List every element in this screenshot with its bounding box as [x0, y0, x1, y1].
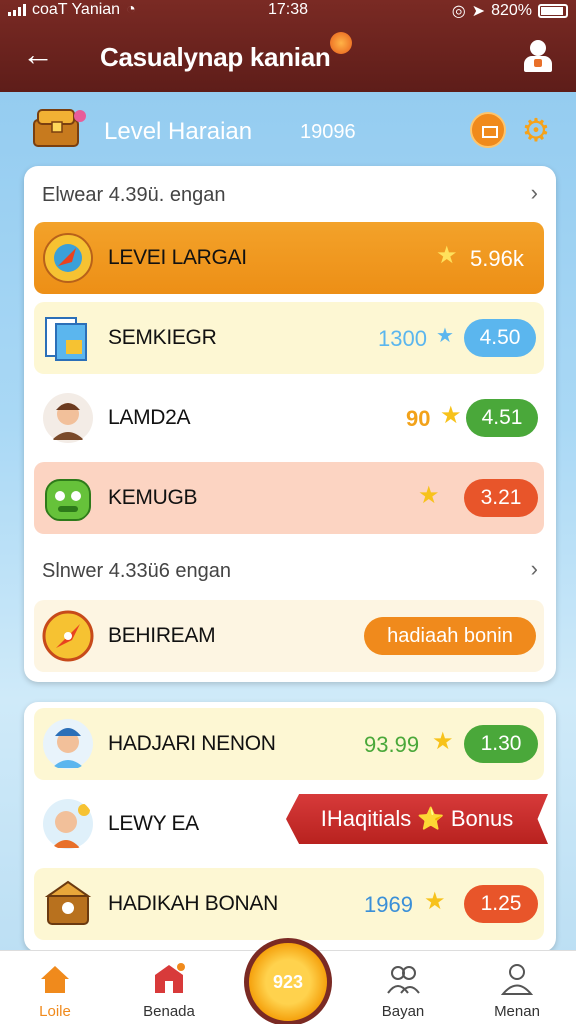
list-item-featured[interactable]: LEVEI LARGAI ★ 5.96k — [34, 222, 544, 294]
bonus-pill[interactable]: hadiaah bonin — [364, 617, 536, 655]
row-score: 1300 — [378, 326, 427, 351]
row-name: LEWY EA — [108, 812, 199, 835]
sparkle-icon — [330, 32, 352, 54]
back-button[interactable]: ← — [22, 36, 58, 72]
level-value: 19096 — [300, 121, 356, 143]
settings-gear-icon[interactable]: ⚙ — [518, 112, 554, 148]
value-pill[interactable]: 1.30 — [464, 725, 538, 763]
star-icon: ★ — [424, 888, 446, 915]
list-item[interactable]: LEWY EA IHaqitials ⭐ Bonus — [34, 788, 548, 860]
row-name: BEHIREAM — [108, 624, 216, 647]
alarm-icon: ◎ — [451, 3, 466, 20]
list-item[interactable]: HADIKAH BONAN 1969 ★ 1.25 — [34, 868, 544, 940]
page-title: Casualynap kanian — [100, 42, 331, 72]
row-name: SEMKIEGR — [108, 326, 217, 349]
avatar-icon — [43, 719, 93, 769]
location-icon: ➤ — [471, 3, 486, 20]
row-name: LAMD2A — [108, 406, 191, 429]
user-icon — [499, 961, 535, 997]
section-header-1: Elwear 4.39ü. engan — [42, 184, 226, 206]
avatar-icon — [43, 393, 93, 443]
row-name: KEMUGB — [108, 486, 198, 509]
rewards-card: HADJARI NENON 93.99 ★ 1.30 LEWY EA IHaqi… — [24, 702, 556, 952]
battery-label: 820% — [491, 2, 532, 19]
documents-icon — [45, 317, 87, 361]
wallet-button[interactable] — [470, 112, 506, 148]
nav-shop-label: Benada — [143, 1003, 195, 1020]
value-pill[interactable]: 4.50 — [464, 319, 536, 357]
friends-icon — [385, 961, 421, 997]
nav-home[interactable]: Loile — [10, 961, 100, 1020]
list-item[interactable]: LAMD2A 90 ★ 4.51 — [34, 382, 544, 454]
star-icon: ★ — [418, 482, 440, 509]
compass-badge-icon — [42, 610, 94, 662]
nav-shop[interactable]: Benada — [124, 961, 214, 1020]
list-item[interactable]: KEMUGB ★ 3.21 — [34, 462, 544, 534]
section-header-2: Slnwer 4.33ü6 engan — [42, 560, 232, 582]
treasure-chest-icon — [33, 109, 86, 147]
chest-icon — [44, 880, 92, 925]
row-score: 5.96k — [470, 246, 524, 271]
level-label: Level Haraian — [104, 118, 253, 145]
chevron-right-icon[interactable]: › — [531, 556, 538, 582]
store-icon — [151, 961, 187, 997]
play-coin-button[interactable]: 923 — [244, 938, 332, 1024]
chevron-right-icon[interactable]: › — [531, 180, 538, 206]
monster-icon — [45, 479, 91, 521]
clock: 17:38 — [267, 1, 309, 18]
star-icon: ★ — [440, 402, 462, 429]
row-score: 90 — [406, 406, 431, 431]
status-bar: coaT Yanian ◔ 17:38 ◎ ➤ 820% — [0, 0, 576, 22]
value-pill[interactable]: 4.51 — [466, 399, 538, 437]
value-pill[interactable]: 3.21 — [464, 479, 538, 517]
row-name: LEVEI LARGAI — [108, 246, 247, 269]
star-icon: ★ — [436, 325, 454, 347]
row-score: 93.99 — [364, 732, 420, 757]
star-icon: ★ — [432, 728, 454, 755]
nav-home-label: Loile — [39, 1003, 71, 1020]
home-icon — [37, 961, 73, 997]
list-item[interactable]: SEMKIEGR 1300 ★ 4.50 — [34, 302, 544, 374]
list-item[interactable]: HADJARI NENON 93.99 ★ 1.30 — [34, 708, 544, 780]
battery-icon — [538, 4, 568, 18]
nav-friends-label: Bayan — [381, 1003, 425, 1020]
star-icon: ★ — [436, 242, 458, 269]
avatar-icon — [43, 799, 93, 849]
profile-button[interactable] — [522, 40, 554, 74]
list-item-bonus[interactable]: BEHIREAM hadiaah bonin — [34, 600, 544, 672]
row-score: 1969 — [364, 892, 413, 917]
value-pill[interactable]: 1.25 — [464, 885, 538, 923]
nav-friends[interactable]: Bayan — [358, 961, 448, 1020]
row-name: HADJARI NENON — [108, 732, 276, 755]
nav-profile-label: Menan — [494, 1003, 540, 1020]
row-name: HADIKAH BONAN — [108, 892, 278, 915]
rocket-badge-icon — [43, 233, 93, 283]
nav-profile[interactable]: Menan — [472, 961, 562, 1020]
top-bar: coaT Yanian ◔ 17:38 ◎ ➤ 820% ← Casualyna… — [0, 0, 576, 92]
bonus-ribbon[interactable]: IHaqitials ⭐ Bonus — [286, 794, 548, 844]
leaderboard-card: Elwear 4.39ü. engan › LEVEI LARGAI ★ 5.9… — [24, 166, 556, 682]
